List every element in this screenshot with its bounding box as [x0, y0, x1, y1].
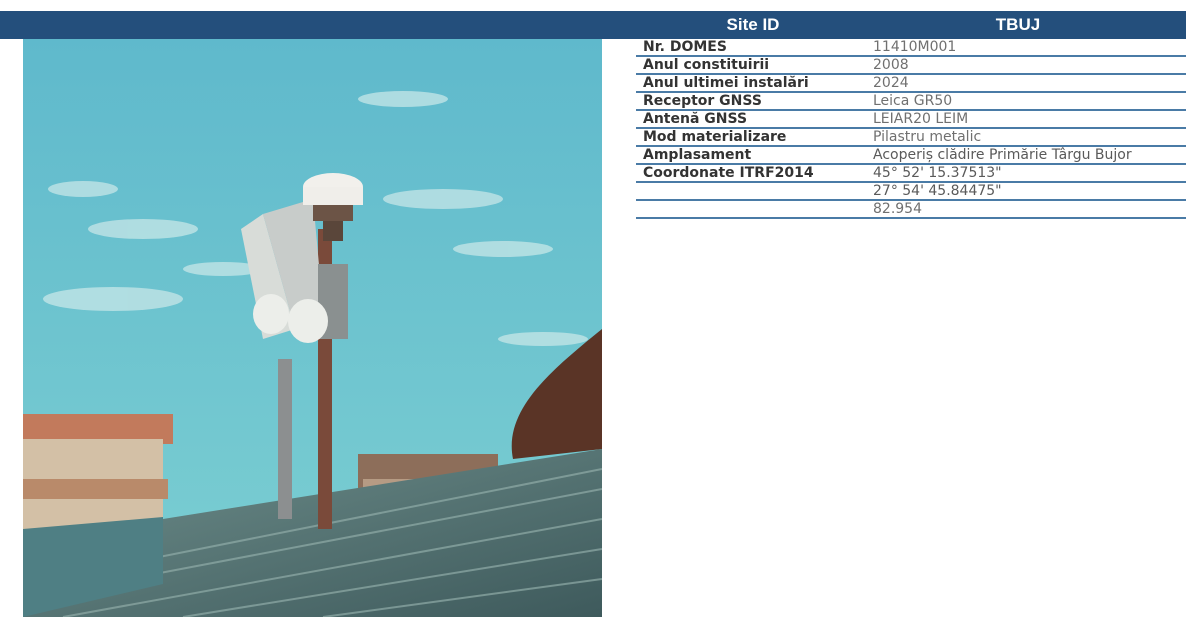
row-value: Pilastru metalic: [873, 129, 982, 145]
row-label: Receptor GNSS: [643, 93, 762, 109]
row-value: LEIAR20 LEIM: [873, 111, 969, 127]
table-row: 82.954: [636, 201, 1186, 219]
table-row: Anul constituirii 2008: [636, 57, 1186, 75]
row-value: 45° 52' 15.37513": [873, 165, 1002, 181]
row-value: 2008: [873, 57, 909, 73]
header-key: Site ID: [726, 15, 780, 34]
row-value: Acoperiș clădire Primărie Târgu Bujor: [873, 147, 1132, 163]
row-label: Nr. DOMES: [643, 39, 727, 55]
gnss-station-photo: [23, 39, 602, 617]
header-value: TBUJ: [995, 15, 1041, 34]
table-row: Mod materializare Pilastru metalic: [636, 129, 1186, 147]
row-label: Anul constituirii: [643, 57, 770, 73]
table-row: Nr. DOMES 11410M001: [636, 39, 1186, 57]
table-row: Antenă GNSS LEIAR20 LEIM: [636, 111, 1186, 129]
site-info-table: Site ID TBUJ Nr. DOMES 11410M001 Anul co…: [636, 11, 1186, 219]
row-label: Amplasament: [643, 147, 752, 163]
row-label: Coordonate ITRF2014: [643, 165, 814, 181]
row-label: Antenă GNSS: [643, 111, 748, 127]
row-value: 27° 54' 45.84475": [873, 183, 1002, 199]
row-label: [636, 183, 870, 199]
table-row: Coordonate ITRF2014 45° 52' 15.37513": [636, 165, 1186, 183]
table-row: 27° 54' 45.84475": [636, 183, 1186, 201]
row-label: [636, 201, 870, 217]
row-label: Mod materializare: [643, 129, 787, 145]
header-bar-left: [0, 11, 636, 39]
row-label: Anul ultimei instalări: [643, 75, 809, 91]
table-row: Amplasament Acoperiș clădire Primărie Tâ…: [636, 147, 1186, 165]
row-value: 82.954: [873, 201, 922, 217]
table-header: Site ID TBUJ: [636, 11, 1186, 39]
table-row: Receptor GNSS Leica GR50: [636, 93, 1186, 111]
row-value: Leica GR50: [873, 93, 953, 109]
row-value: 2024: [873, 75, 909, 91]
row-value: 11410M001: [873, 39, 957, 55]
table-row: Anul ultimei instalări 2024: [636, 75, 1186, 93]
